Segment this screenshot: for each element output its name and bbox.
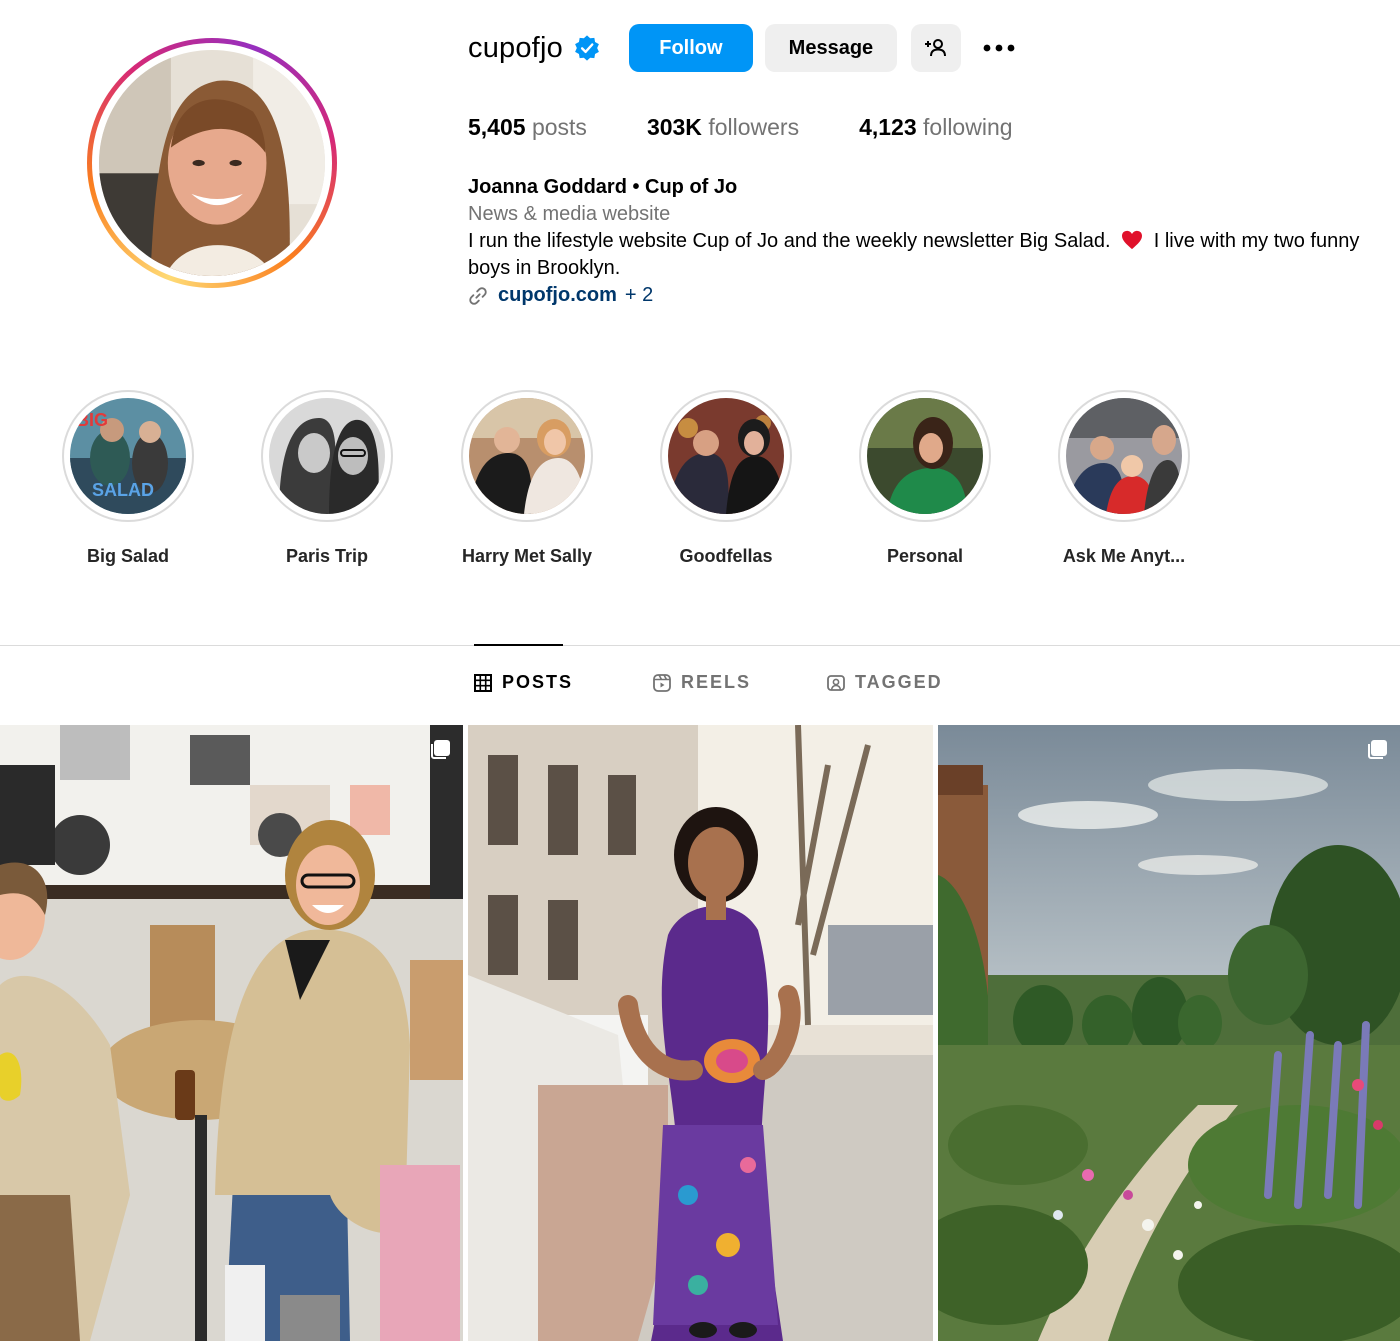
- tab-label: REELS: [681, 672, 752, 692]
- following-label: following: [923, 114, 1013, 140]
- full-name: Joanna Goddard • Cup of Jo: [468, 176, 738, 198]
- highlight-ring: BIG SALAD: [62, 390, 194, 522]
- post-tile[interactable]: [468, 725, 933, 1341]
- highlight-cover: [867, 398, 983, 514]
- avatar-photo: [99, 50, 325, 276]
- highlight-ring: [461, 390, 593, 522]
- verified-badge-icon: [575, 35, 599, 61]
- highlight-goodfellas[interactable]: Goodfellas: [641, 390, 811, 567]
- follow-button[interactable]: Follow: [628, 24, 753, 72]
- carousel-icon: [431, 740, 450, 759]
- highlight-cover: [469, 398, 585, 514]
- highlight-label: Personal: [886, 546, 964, 566]
- username: cupofjo: [468, 31, 563, 64]
- profile-stats: 5,405 posts 303K followers 4,123 followi…: [468, 114, 1073, 141]
- svg-text:SALAD: SALAD: [92, 480, 154, 500]
- highlight-cover-image: [469, 398, 585, 514]
- profile-tabs: POSTS REELS TAGGED: [0, 672, 1400, 700]
- highlight-personal[interactable]: Personal: [840, 390, 1010, 567]
- highlight-label: Ask Me Anyt...: [1062, 546, 1186, 566]
- highlight-ring: [261, 390, 393, 522]
- highlight-cover: [269, 398, 385, 514]
- add-person-icon: [924, 39, 946, 57]
- tab-label: TAGGED: [855, 672, 943, 692]
- highlight-label: Paris Trip: [285, 546, 369, 566]
- followers-label: followers: [708, 114, 800, 140]
- avatar-frame: [92, 43, 332, 283]
- highlight-paris-trip[interactable]: Paris Trip: [242, 390, 412, 567]
- tab-posts[interactable]: POSTS: [474, 672, 573, 693]
- category-label: News & media website: [468, 203, 671, 225]
- tab-reels[interactable]: REELS: [653, 672, 751, 693]
- highlight-big-salad[interactable]: BIG SALAD Big Salad: [43, 390, 213, 567]
- bio-text-part1: I run the lifestyle website Cup of Jo an…: [468, 230, 1111, 252]
- tagged-icon: [827, 674, 845, 691]
- grid-icon: [474, 673, 492, 692]
- profile-bio: Joanna Goddard • Cup of Jo News & media …: [468, 174, 1400, 309]
- tab-label: POSTS: [502, 672, 574, 692]
- carousel-icon: [1368, 740, 1387, 759]
- post-image: [468, 725, 933, 1341]
- highlight-label: Goodfellas: [679, 546, 773, 566]
- svg-text:BIG: BIG: [76, 410, 108, 430]
- highlight-ring: [1058, 390, 1190, 522]
- avatar-story-ring[interactable]: [87, 38, 337, 288]
- message-button[interactable]: Message: [764, 24, 897, 72]
- bio-link-more[interactable]: + 2: [625, 282, 653, 309]
- tab-tagged[interactable]: TAGGED: [827, 672, 943, 693]
- posts-value: 5,405: [468, 114, 526, 140]
- active-tab-indicator: [474, 644, 563, 646]
- post-image: [938, 725, 1400, 1341]
- followers-value: 303K: [646, 114, 702, 140]
- highlight-label: Harry Met Sally: [461, 546, 593, 566]
- highlight-cover: [1066, 398, 1182, 514]
- avatar[interactable]: [99, 50, 325, 276]
- suggested-accounts-button[interactable]: [910, 24, 961, 72]
- following-link[interactable]: 4,123 following: [859, 114, 1012, 141]
- highlight-label: Big Salad: [86, 546, 170, 566]
- highlight-cover: BIG SALAD: [70, 398, 186, 514]
- link-icon: [469, 286, 487, 305]
- following-value: 4,123: [859, 114, 917, 140]
- highlight-harry-met-sally[interactable]: Harry Met Sally: [442, 390, 612, 567]
- more-options-button[interactable]: [979, 28, 1019, 68]
- posts-grid: [0, 725, 1400, 1341]
- bio-link-text[interactable]: cupofjo.com: [498, 282, 617, 309]
- highlight-ask-me-anything[interactable]: Ask Me Anyt...: [1039, 390, 1209, 567]
- highlight-cover-image: BIG SALAD: [70, 398, 186, 514]
- tabs-divider: [0, 645, 1400, 646]
- red-heart-icon: [1122, 230, 1143, 250]
- highlight-ring: [859, 390, 991, 522]
- followers-link[interactable]: 303K followers: [647, 114, 799, 141]
- profile-header-row: cupofjo Follow Message: [468, 24, 1019, 72]
- posts-count: 5,405 posts: [468, 114, 587, 141]
- reels-icon: [653, 673, 671, 692]
- highlight-cover-image: [269, 398, 385, 514]
- more-options-icon: [983, 44, 1015, 52]
- highlight-cover-image: [668, 398, 784, 514]
- highlight-ring: [660, 390, 792, 522]
- highlight-cover-image: [1066, 398, 1182, 514]
- posts-label: posts: [531, 114, 587, 140]
- bio-text: I run the lifestyle website Cup of Jo an…: [468, 228, 1400, 282]
- highlight-cover-image: [867, 398, 983, 514]
- bio-link[interactable]: cupofjo.com + 2: [468, 282, 1400, 309]
- post-tile[interactable]: [938, 725, 1400, 1341]
- post-tile[interactable]: [0, 725, 463, 1341]
- highlight-cover: [668, 398, 784, 514]
- post-image: [0, 725, 463, 1341]
- story-highlights: BIG SALAD Big Salad Paris Trip Harry Met…: [0, 390, 1400, 570]
